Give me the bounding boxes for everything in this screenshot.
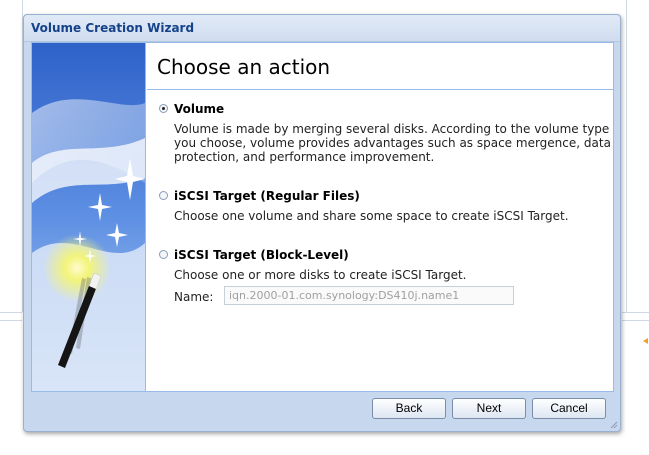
option-iscsi-regular-files-label[interactable]: iSCSI Target (Regular Files) xyxy=(174,189,360,203)
heading-divider xyxy=(147,89,614,90)
wizard-body: Choose an action Volume Volume is made b… xyxy=(31,42,614,392)
wizard-illustration xyxy=(32,43,145,391)
background-line xyxy=(622,312,649,313)
volume-radio[interactable] xyxy=(159,104,168,113)
name-input[interactable]: iqn.2000-01.com.synology:DS410j.name1 xyxy=(224,286,514,305)
window-title: Volume Creation Wizard xyxy=(31,21,195,35)
window-titlebar[interactable]: Volume Creation Wizard xyxy=(24,15,620,42)
next-button[interactable]: Next xyxy=(452,398,526,419)
magic-wand-icon xyxy=(32,43,146,391)
option-iscsi-block-level-description: Choose one or more disks to create iSCSI… xyxy=(174,268,467,282)
wizard-window: Volume Creation Wizard Choose an action … xyxy=(23,14,621,432)
iscsi-block-level-radio[interactable] xyxy=(159,250,168,259)
background-line xyxy=(622,320,649,321)
option-volume-label[interactable]: Volume xyxy=(174,102,224,116)
scroll-marker-icon xyxy=(643,338,648,344)
option-volume-description: Volume is made by merging several disks.… xyxy=(174,122,611,164)
resize-grip-icon[interactable] xyxy=(610,421,618,429)
cancel-button[interactable]: Cancel xyxy=(532,398,606,419)
option-iscsi-regular-files-description: Choose one volume and share some space t… xyxy=(174,209,569,223)
name-field-label: Name: xyxy=(174,290,214,304)
background-line xyxy=(0,320,22,321)
background-line xyxy=(0,312,22,313)
wizard-content: Choose an action Volume Volume is made b… xyxy=(147,43,614,391)
option-iscsi-block-level-label[interactable]: iSCSI Target (Block-Level) xyxy=(174,248,349,262)
background-line xyxy=(626,0,627,312)
iscsi-regular-files-radio[interactable] xyxy=(159,191,168,200)
back-button[interactable]: Back xyxy=(372,398,446,419)
page-title: Choose an action xyxy=(157,55,331,79)
